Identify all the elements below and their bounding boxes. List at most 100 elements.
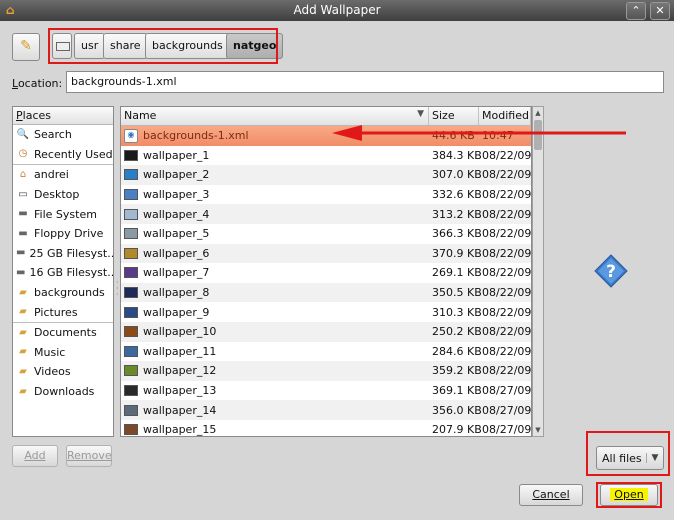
window-title: Add Wallpaper [293,3,381,17]
place-item-label: backgrounds [34,286,105,300]
place-item[interactable]: 🔍 Search [13,125,113,145]
place-item-label: Search [34,128,72,142]
place-item[interactable]: ▰ Pictures [13,302,113,322]
help-icon: ? [594,254,628,288]
file-size: 250.2 KB [432,325,482,339]
path-bar-highlight [48,28,278,64]
file-name: wallpaper_15 [143,423,217,437]
xml-file-icon: ◉ [124,128,138,143]
pane-resize-handle[interactable]: · · · [116,279,119,299]
column-header-size[interactable]: Size [429,107,479,125]
place-item[interactable]: ▬ 16 GB Filesyst... [13,263,113,283]
file-name: wallpaper_1 [143,148,210,162]
folder-icon: ▰ [19,385,27,397]
file-filter-select[interactable]: All files ▼ [596,446,664,470]
file-size: 369.1 KB [432,384,482,398]
location-label: Location: [12,77,63,90]
place-item[interactable]: ▬ File System [13,204,113,224]
file-name: wallpaper_4 [143,207,210,221]
place-item-label: Desktop [34,188,80,202]
sort-down-icon: ▼ [417,109,424,119]
file-modified: 08/27/09 [482,403,532,417]
places-header[interactable]: Places [13,107,113,125]
image-thumbnail-icon [124,365,138,377]
place-item[interactable]: ▬ 25 GB Filesyst... [13,244,113,264]
place-item-label: 25 GB Filesyst... [29,246,113,260]
file-row[interactable]: wallpaper_15 207.9 KB 08/27/09 [121,420,531,437]
folder-icon: ▰ [19,346,27,358]
desktop-icon: ▭ [18,188,28,200]
file-row[interactable]: wallpaper_11 284.6 KB 08/22/09 [121,342,531,362]
place-item[interactable]: ▭ Desktop [13,185,113,205]
edit-icon: ✎ [20,38,32,54]
file-list-scrollbar[interactable]: ▲ ▼ [532,106,544,437]
place-item[interactable]: ▰ Downloads [13,382,113,402]
places-sidebar: Places 🔍 Search ◷ Recently Used ⌂ andrei ▭ Desk… [12,106,114,437]
place-item[interactable]: ▰ backgrounds [13,283,113,303]
place-item-label: Music [34,345,66,359]
file-row[interactable]: wallpaper_14 356.0 KB 08/27/09 [121,400,531,420]
close-button[interactable]: ✕ [650,2,670,20]
scroll-down-icon[interactable]: ▼ [533,424,543,436]
file-name: wallpaper_11 [143,344,217,358]
file-row[interactable]: wallpaper_9 310.3 KB 08/22/09 [121,302,531,322]
scroll-up-icon[interactable]: ▲ [533,107,543,119]
file-name: wallpaper_13 [143,384,217,398]
file-name: wallpaper_3 [143,188,210,202]
minimize-button[interactable]: ⌃ [626,2,646,20]
cancel-button[interactable]: Cancel [519,484,583,506]
file-row[interactable]: wallpaper_8 350.5 KB 08/22/09 [121,282,531,303]
open-button-highlight [596,482,662,508]
file-modified: 08/22/09 [482,168,532,182]
file-name: wallpaper_14 [143,403,217,417]
location-input[interactable]: backgrounds-1.xml [66,71,664,93]
file-row[interactable]: wallpaper_3 332.6 KB 08/22/09 [121,185,531,205]
file-size: 307.0 KB [432,168,482,182]
add-place-button[interactable]: Add [12,445,58,467]
file-size: 359.2 KB [432,364,482,378]
folder-icon: ▰ [19,326,27,338]
file-name: wallpaper_12 [143,364,217,378]
file-size: 350.5 KB [432,286,482,300]
image-thumbnail-icon [124,306,138,318]
file-size: 207.9 KB [432,423,482,437]
type-location-button[interactable]: ✎ [12,33,40,61]
file-row[interactable]: wallpaper_7 269.1 KB 08/22/09 [121,263,531,283]
file-name: wallpaper_5 [143,227,210,241]
file-size: 356.0 KB [432,403,482,417]
image-thumbnail-icon [124,228,138,240]
file-row[interactable]: wallpaper_5 366.3 KB 08/22/09 [121,224,531,244]
place-item[interactable]: ▬ Floppy Drive [13,224,113,244]
place-item[interactable]: ◷ Recently Used [13,145,113,165]
file-row[interactable]: wallpaper_10 250.2 KB 08/22/09 [121,321,532,342]
file-row[interactable]: wallpaper_2 307.0 KB 08/22/09 [121,165,531,185]
place-item[interactable]: ▰ Music [13,343,113,363]
file-row[interactable]: wallpaper_12 359.2 KB 08/22/09 [121,361,531,381]
file-name: wallpaper_9 [143,305,210,319]
column-header-modified[interactable]: Modified [479,107,531,125]
place-item-label: File System [34,207,97,221]
file-row[interactable]: wallpaper_1 384.3 KB 08/22/09 [121,146,531,166]
file-modified: 08/22/09 [482,266,532,280]
file-name: wallpaper_6 [143,246,210,260]
file-row[interactable]: wallpaper_13 369.1 KB 08/27/09 [121,381,531,401]
file-modified: 08/22/09 [482,325,532,339]
remove-place-button[interactable]: Remove [66,445,112,467]
file-row[interactable]: wallpaper_4 313.2 KB 08/22/09 [121,204,531,224]
folder-icon: ▰ [19,306,27,318]
place-item[interactable]: ▰ Documents [13,321,113,343]
column-header-name[interactable]: Name ▼ [121,107,429,125]
file-list: Name ▼ Size Modified ◉ backgrounds-1.xml 44… [120,106,532,437]
place-item[interactable]: ▰ Videos [13,362,113,382]
file-size: 269.1 KB [432,266,482,280]
place-item[interactable]: ⌂ andrei [13,164,113,185]
image-thumbnail-icon [124,247,138,259]
search-icon: 🔍 [16,128,30,140]
drive-icon: ▬ [18,208,28,220]
chevron-down-icon: ▼ [646,453,663,463]
file-row[interactable]: wallpaper_6 370.9 KB 08/22/09 [121,243,532,264]
file-modified: 08/22/09 [482,246,532,260]
file-size: 332.6 KB [432,188,482,202]
file-name: wallpaper_7 [143,266,210,280]
svg-text:?: ? [606,262,616,282]
